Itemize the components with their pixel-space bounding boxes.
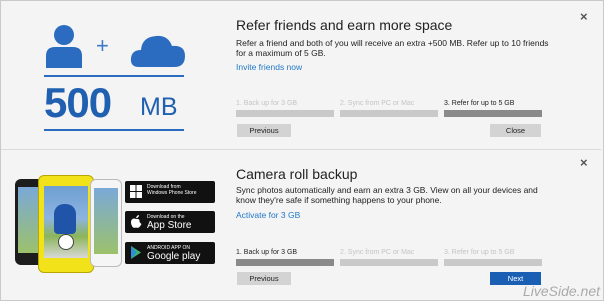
- camera-close-icon[interactable]: ×: [580, 155, 588, 170]
- windows-badge-text: Download from Windows Phone Store: [147, 184, 197, 196]
- google-play-big-text: Google play: [147, 251, 201, 262]
- person-icon: [46, 25, 82, 68]
- phone-white: [90, 179, 122, 267]
- hero-top-line: [44, 75, 184, 77]
- refer-previous-button[interactable]: Previous: [237, 124, 291, 137]
- refer-step-3-label: 3. Refer for up to 5 GB: [444, 100, 515, 107]
- camera-step-3: 3. Refer for up to 5 GB: [444, 249, 542, 266]
- refer-close-button[interactable]: Close: [490, 124, 541, 137]
- watermark: LiveSide.net: [522, 283, 600, 299]
- camera-panel: Download from Windows Phone Store Downlo…: [1, 150, 601, 299]
- camera-step-3-bar: [444, 259, 542, 266]
- camera-step-2-bar: [340, 259, 438, 266]
- refer-close-icon[interactable]: ×: [580, 9, 588, 24]
- camera-title: Camera roll backup: [236, 166, 358, 182]
- hero-bottom-line: [44, 129, 184, 131]
- app-store-badge[interactable]: Download on the App Store: [125, 211, 215, 233]
- refer-description: Refer a friend and both of you will rece…: [236, 38, 549, 58]
- hero-unit: MB: [140, 93, 178, 121]
- invite-friends-link[interactable]: Invite friends now: [236, 62, 302, 72]
- camera-description: Sync photos automatically and earn an ex…: [236, 185, 538, 205]
- windows-phone-store-badge[interactable]: Download from Windows Phone Store: [125, 181, 215, 203]
- refer-step-2: 2. Sync from PC or Mac: [340, 100, 438, 117]
- refer-step-1: 1. Back up for 3 GB: [236, 100, 334, 117]
- camera-step-1: 1. Back up for 3 GB: [236, 249, 334, 266]
- google-play-badge[interactable]: ANDROID APP ON Google play: [125, 242, 215, 264]
- camera-step-1-bar: [236, 259, 334, 266]
- refer-panel: + 500 MB × Refer friends and earn more s…: [1, 1, 601, 149]
- refer-step-1-label: 1. Back up for 3 GB: [236, 100, 298, 107]
- cloud-icon: [130, 35, 185, 67]
- refer-step-2-bar: [340, 110, 438, 117]
- camera-step-2: 2. Sync from PC or Mac: [340, 249, 438, 266]
- google-play-icon: [131, 246, 141, 259]
- camera-step-3-label: 3. Refer for up to 5 GB: [444, 249, 515, 256]
- camera-step-2-label: 2. Sync from PC or Mac: [340, 249, 415, 256]
- hero-plus: +: [96, 33, 109, 58]
- apple-icon: [130, 215, 142, 228]
- app-store-big-text: App Store: [147, 220, 192, 231]
- refer-title: Refer friends and earn more space: [236, 17, 453, 33]
- refer-step-3: 3. Refer for up to 5 GB: [444, 100, 542, 117]
- refer-step-3-bar: [444, 110, 542, 117]
- refer-step-2-label: 2. Sync from PC or Mac: [340, 100, 415, 107]
- windows-icon: [130, 185, 142, 198]
- camera-step-1-label: 1. Back up for 3 GB: [236, 249, 298, 256]
- refer-step-1-bar: [236, 110, 334, 117]
- hero-value: 500: [44, 79, 112, 126]
- camera-previous-button[interactable]: Previous: [237, 272, 291, 285]
- phone-yellow: [38, 175, 94, 273]
- activate-link[interactable]: Activate for 3 GB: [236, 210, 300, 220]
